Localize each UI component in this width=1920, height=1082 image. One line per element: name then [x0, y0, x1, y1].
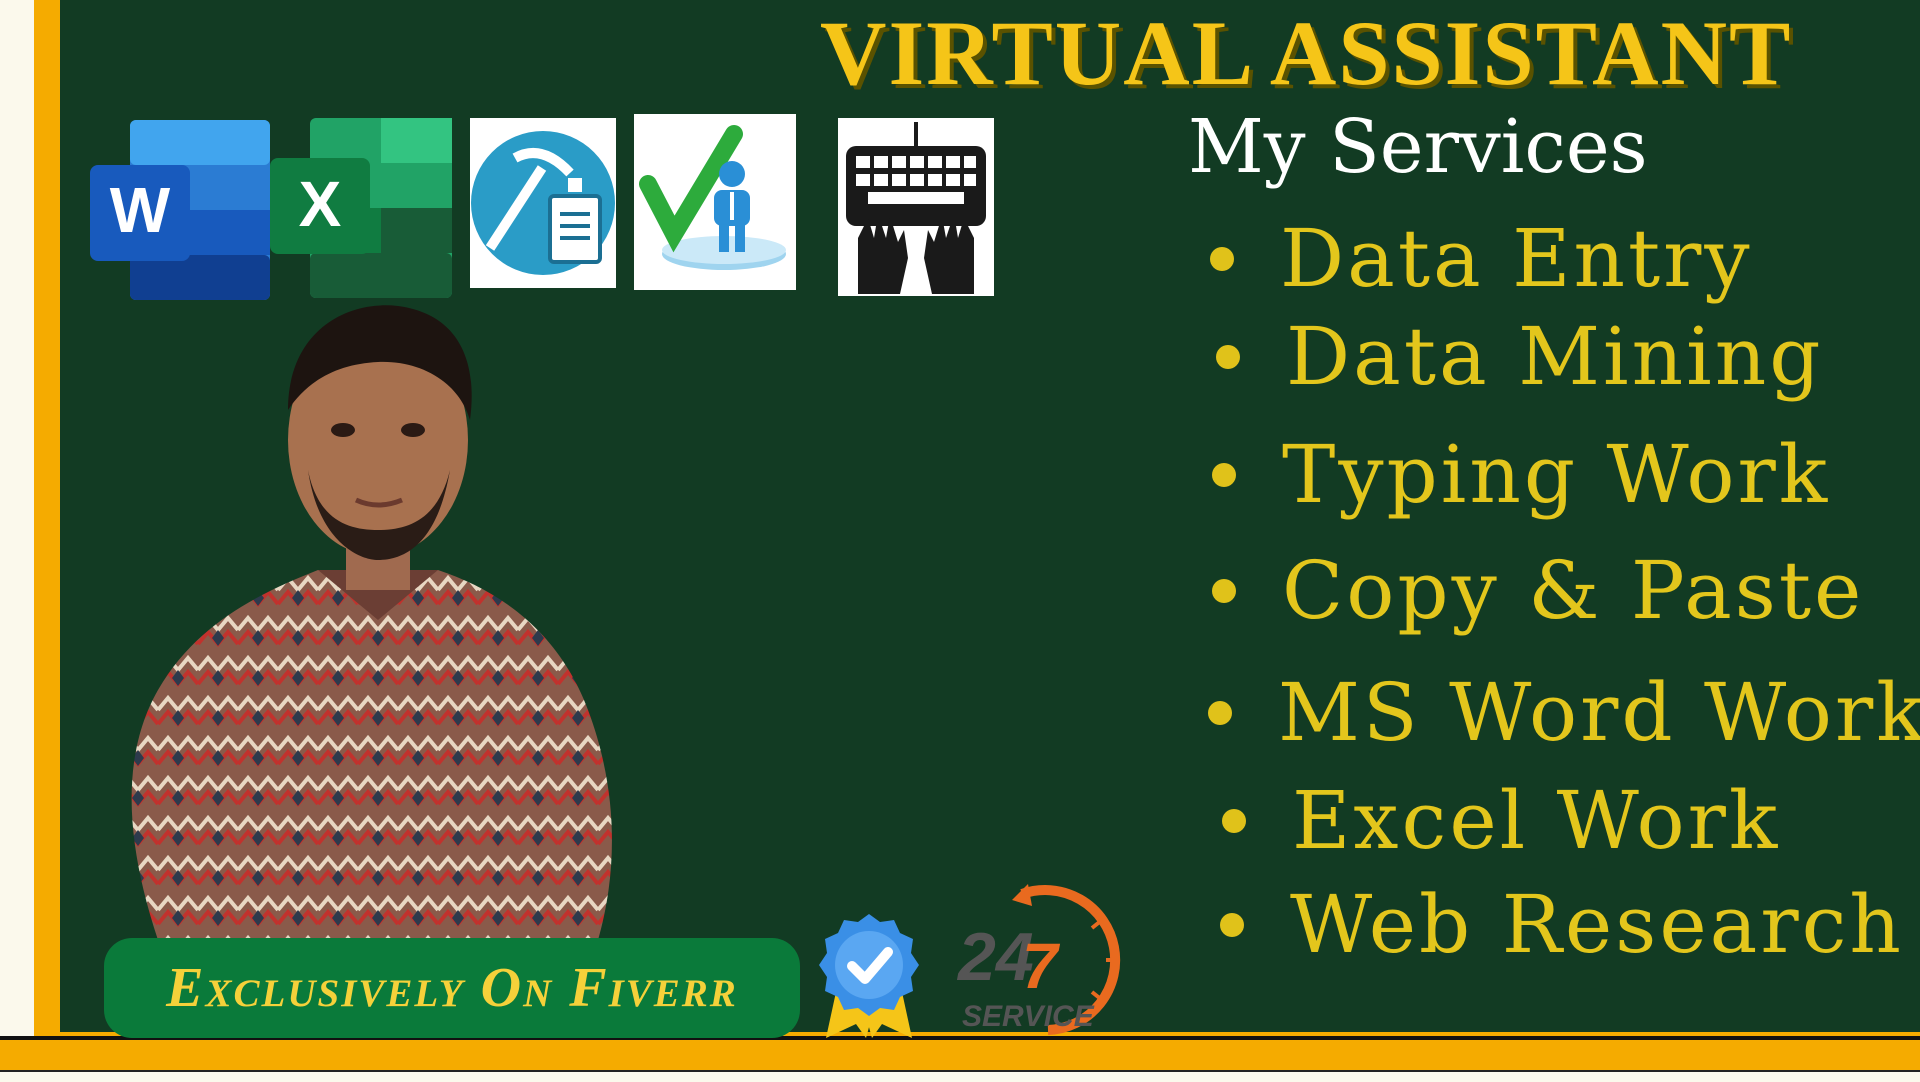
bottom-edge — [0, 1070, 1920, 1082]
bullet-icon — [1222, 808, 1246, 833]
service-label: Data Entry — [1280, 212, 1753, 305]
service-item: Typing Work — [1212, 428, 1830, 521]
service-item: Data Entry — [1210, 212, 1753, 305]
checked-person-icon — [634, 114, 796, 290]
service-label: MS Word Work — [1278, 666, 1920, 759]
bullet-icon — [1212, 578, 1236, 603]
bottom-yellow-strip — [0, 1040, 1920, 1070]
service-247-number-b: 7 — [1022, 930, 1061, 1002]
fiverr-banner-text: Exclusively On Fiverr — [166, 957, 738, 1019]
word-icon-letter: W — [110, 174, 171, 246]
service-item: Excel Work — [1222, 774, 1780, 867]
service-247-icon: 24 7 SERVICE — [956, 884, 1121, 1035]
left-margin-strip — [0, 0, 35, 1040]
service-247-text: SERVICE — [962, 1000, 1095, 1033]
excel-icon: X — [270, 118, 452, 298]
data-mining-icon — [470, 118, 616, 288]
service-item: MS Word Work — [1208, 666, 1920, 759]
word-icon: W — [90, 120, 270, 300]
keyboard-hands-icon — [838, 118, 994, 296]
service-item: Web Research — [1220, 878, 1904, 971]
verified-badge-icon — [819, 914, 919, 1038]
service-label: Web Research — [1290, 878, 1904, 971]
service-label: Excel Work — [1292, 774, 1781, 867]
service-label: Typing Work — [1282, 428, 1831, 521]
service-label: Data Mining — [1286, 310, 1824, 403]
bullet-icon — [1208, 700, 1232, 725]
bullet-icon — [1212, 462, 1236, 487]
service-label: Copy & Paste — [1282, 544, 1865, 637]
services-heading: My Services — [1188, 104, 1648, 190]
excel-icon-letter: X — [299, 168, 342, 240]
bullet-icon — [1220, 912, 1244, 937]
page-title: VIRTUAL ASSISTANT — [820, 2, 1793, 104]
bullet-icon — [1216, 344, 1240, 369]
bullet-icon — [1210, 246, 1234, 271]
service-item: Data Mining — [1216, 310, 1823, 403]
service-item: Copy & Paste — [1212, 544, 1864, 637]
profile-photo — [131, 305, 612, 940]
fiverr-banner: Exclusively On Fiverr — [104, 938, 800, 1038]
